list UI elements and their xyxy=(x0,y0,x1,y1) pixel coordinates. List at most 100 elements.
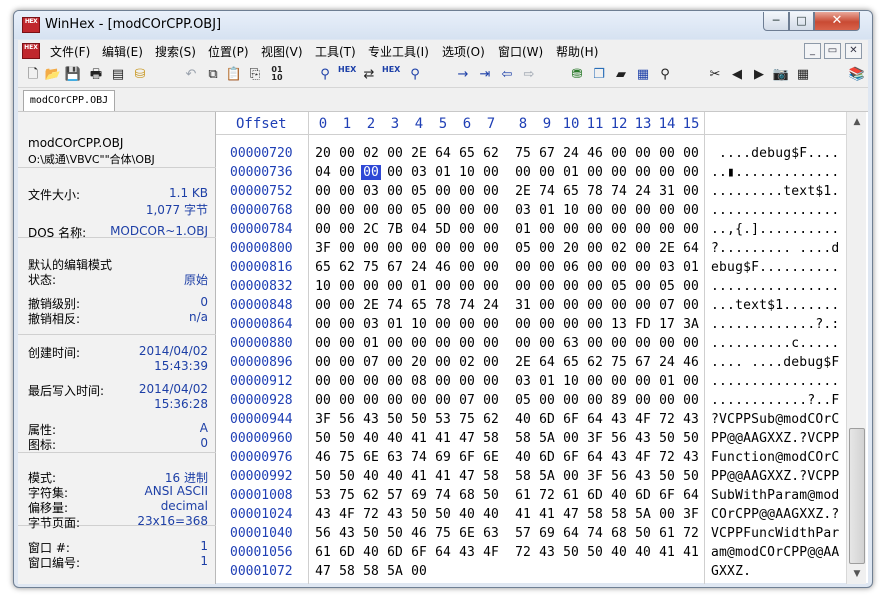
hex-byte[interactable]: 43 xyxy=(537,545,557,560)
row-offset[interactable]: 00001040 xyxy=(230,526,293,541)
print-icon[interactable]: 🖶 xyxy=(87,66,105,84)
hex-byte[interactable]: 65 xyxy=(313,260,333,275)
row-offset[interactable]: 00000880 xyxy=(230,336,293,351)
hex-byte[interactable]: 3F xyxy=(313,241,333,256)
hex-byte[interactable]: 00 xyxy=(385,165,405,180)
hex-byte[interactable]: 00 xyxy=(657,336,677,351)
hex-byte[interactable]: 64 xyxy=(681,488,701,503)
menu-help[interactable]: 帮助(H) xyxy=(556,43,598,60)
hex-byte[interactable]: 46 xyxy=(681,355,701,370)
hex-byte[interactable]: 05 xyxy=(657,279,677,294)
hex-byte[interactable]: 00 xyxy=(433,184,453,199)
ascii-text[interactable]: PP@@AAGXXZ.?VCPP xyxy=(711,431,839,446)
paste-special-icon[interactable]: ⎘ xyxy=(246,66,264,84)
hex-byte[interactable]: 50 xyxy=(361,526,381,541)
hex-byte[interactable]: 00 xyxy=(561,298,581,313)
hex-byte[interactable]: 40 xyxy=(361,469,381,484)
hex-byte[interactable]: 43 xyxy=(457,545,477,560)
hex-byte[interactable]: 46 xyxy=(433,260,453,275)
hex-byte[interactable]: 4F xyxy=(633,450,653,465)
hex-byte[interactable]: 00 xyxy=(657,146,677,161)
hex-byte[interactable]: 53 xyxy=(313,488,333,503)
row-offset[interactable]: 00000848 xyxy=(230,298,293,313)
hex-byte[interactable]: 58 xyxy=(609,507,629,522)
hex-byte[interactable]: 00 xyxy=(585,317,605,332)
hex-byte[interactable]: 72 xyxy=(513,545,533,560)
hex-byte[interactable]: 64 xyxy=(681,241,701,256)
hex-byte[interactable]: 57 xyxy=(513,526,533,541)
camera-icon[interactable]: 📷 xyxy=(772,66,790,84)
hex-byte[interactable]: 43 xyxy=(681,450,701,465)
books-icon[interactable]: 📚 xyxy=(848,66,866,84)
hex-byte[interactable]: 01 xyxy=(561,165,581,180)
hex-byte[interactable]: 50 xyxy=(385,526,405,541)
hex-byte[interactable]: 00 xyxy=(481,260,501,275)
row-offset[interactable]: 00001008 xyxy=(230,488,293,503)
hex-byte[interactable]: 43 xyxy=(681,412,701,427)
hex-byte[interactable]: 00 xyxy=(337,241,357,256)
hex-byte[interactable]: 6F xyxy=(409,545,429,560)
ascii-text[interactable]: ?VCPPSub@modCOrC xyxy=(711,412,839,427)
hex-byte[interactable]: 00 xyxy=(313,393,333,408)
ascii-text[interactable]: ..▮............. xyxy=(711,165,839,180)
row-offset[interactable]: 00001072 xyxy=(230,564,293,579)
hex-byte[interactable]: 00 xyxy=(609,222,629,237)
doc-restore-button[interactable]: ▭ xyxy=(824,43,841,59)
hex-byte[interactable]: 43 xyxy=(633,431,653,446)
hex-byte[interactable]: 2E xyxy=(513,355,533,370)
hex-byte[interactable]: 78 xyxy=(585,184,605,199)
hex-byte[interactable]: 75 xyxy=(433,526,453,541)
hex-byte[interactable]: 50 xyxy=(409,412,429,427)
hex-byte[interactable]: 00 xyxy=(337,184,357,199)
hex-byte[interactable]: 00 xyxy=(681,184,701,199)
hex-byte[interactable]: 00 xyxy=(457,374,477,389)
hex-byte[interactable]: 63 xyxy=(481,526,501,541)
hex-byte[interactable]: 64 xyxy=(537,355,557,370)
ascii-text[interactable]: VCPPFuncWidthPar xyxy=(711,526,839,541)
hex-byte[interactable]: 00 xyxy=(633,165,653,180)
hex-byte[interactable]: 62 xyxy=(361,488,381,503)
hex-byte[interactable]: 65 xyxy=(409,298,429,313)
hex-byte[interactable]: 67 xyxy=(537,146,557,161)
hex-byte[interactable]: 50 xyxy=(313,431,333,446)
hex-byte[interactable]: 43 xyxy=(633,469,653,484)
prev-icon[interactable]: ◀ xyxy=(728,66,746,84)
hex-byte[interactable]: 00 xyxy=(337,393,357,408)
ascii-text[interactable]: SubWithParam@mod xyxy=(711,488,839,503)
hex-byte[interactable]: 72 xyxy=(361,507,381,522)
hex-byte[interactable]: 00 xyxy=(681,298,701,313)
hex-byte[interactable]: 56 xyxy=(609,469,629,484)
hex-byte[interactable]: 50 xyxy=(385,412,405,427)
hex-byte[interactable]: 00 xyxy=(385,355,405,370)
ascii-text[interactable]: ............?..F xyxy=(711,393,839,408)
hex-byte[interactable]: 61 xyxy=(513,488,533,503)
hex-byte[interactable]: 00 xyxy=(657,203,677,218)
hex-byte[interactable]: 58 xyxy=(337,564,357,579)
hex-byte[interactable]: 00 xyxy=(337,298,357,313)
hex-byte[interactable]: 00 xyxy=(585,222,605,237)
hex-byte[interactable]: 00 xyxy=(657,393,677,408)
hex-byte[interactable]: 00 xyxy=(609,146,629,161)
hex-byte[interactable]: 40 xyxy=(385,469,405,484)
hex-byte[interactable]: 00 xyxy=(609,260,629,275)
hex-byte[interactable]: 01 xyxy=(433,165,453,180)
hex-byte[interactable]: 65 xyxy=(561,184,581,199)
ram-editor-icon[interactable]: ▰ xyxy=(612,66,630,84)
hex-byte[interactable]: 69 xyxy=(409,488,429,503)
row-offset[interactable]: 00000896 xyxy=(230,355,293,370)
hex-byte[interactable]: 41 xyxy=(657,545,677,560)
hex-byte[interactable]: 47 xyxy=(561,507,581,522)
hex-byte[interactable]: 58 xyxy=(513,469,533,484)
ascii-text[interactable]: .............?.: xyxy=(711,317,839,332)
ascii-text[interactable]: ................ xyxy=(711,203,839,218)
hex-byte[interactable]: 2C xyxy=(361,222,381,237)
hex-byte[interactable]: 40 xyxy=(361,545,381,560)
hex-byte[interactable]: 00 xyxy=(409,336,429,351)
menu-file[interactable]: 文件(F) xyxy=(50,43,90,60)
hex-byte[interactable]: 00 xyxy=(585,393,605,408)
menu-window[interactable]: 窗口(W) xyxy=(498,43,543,60)
hex-byte[interactable]: 43 xyxy=(609,450,629,465)
hex-byte[interactable]: 56 xyxy=(337,412,357,427)
hex-byte[interactable]: 58 xyxy=(361,564,381,579)
hex-byte[interactable]: 6F xyxy=(561,450,581,465)
